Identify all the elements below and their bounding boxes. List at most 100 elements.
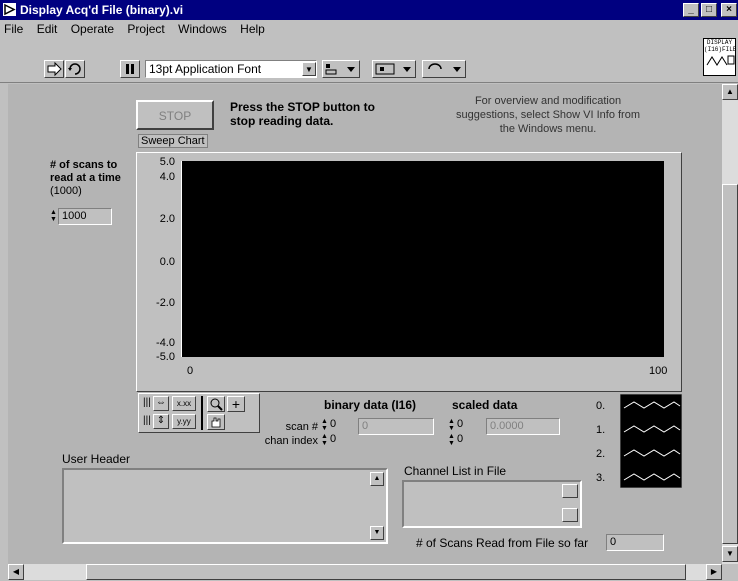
legend-label: 1. [596, 424, 606, 436]
scroll-right-arrow[interactable]: ▶ [706, 564, 722, 580]
scroll-up-arrow[interactable]: ▲ [370, 472, 384, 486]
zoom-icon [210, 398, 223, 411]
channel-list-scroll-thumb[interactable] [562, 484, 578, 498]
scans-input[interactable]: 1000 [58, 208, 112, 225]
user-header-label: User Header [62, 452, 131, 466]
y-tick: -4.0 [156, 337, 175, 349]
y-tick: 2.0 [159, 213, 175, 225]
scans-read-label: # of Scans Read from File so far [416, 536, 589, 550]
y-tick: -2.0 [156, 297, 175, 309]
chevron-down-icon[interactable]: ▼ [302, 62, 316, 76]
x-format-button[interactable]: x.xx [172, 396, 196, 411]
menu-edit[interactable]: Edit [37, 22, 58, 36]
vertical-scrollbar[interactable]: ▲ ▼ [722, 84, 738, 564]
zoom-tool-button[interactable] [207, 396, 225, 412]
decrement-arrow-icon[interactable]: ▼ [448, 425, 455, 432]
scroll-up-arrow[interactable]: ▲ [722, 84, 738, 100]
increment-arrow-icon[interactable]: ▲ [448, 418, 455, 425]
y-scale-lock-icon[interactable]: ||| [143, 415, 151, 426]
scroll-thumb[interactable] [722, 184, 738, 544]
channel-list-box[interactable] [402, 480, 582, 528]
vi-icon: DISPLAY (I16)FILE [703, 38, 736, 76]
legend-label: 2. [596, 448, 606, 460]
y-tick: 5.0 [159, 156, 175, 168]
x-tick-min: 0 [187, 365, 194, 377]
scan-number-control[interactable]: ▲ ▼ 0 [321, 417, 351, 433]
maximize-button[interactable]: □ [701, 3, 717, 17]
pause-icon [126, 64, 134, 74]
horizontal-scrollbar[interactable]: ◀ ▶ [8, 564, 722, 580]
menu-operate[interactable]: Operate [71, 22, 114, 36]
x-scale-lock-icon[interactable]: ||| [143, 397, 151, 408]
user-header-textbox[interactable]: ▲ ▼ [62, 468, 388, 544]
crosshair-tool-button[interactable]: + [227, 396, 245, 412]
channel-list-scroll-thumb-bottom[interactable] [562, 508, 578, 522]
scans-label-text: # of scans to read at a time [50, 159, 121, 184]
title-bar[interactable]: Display Acq'd File (binary).vi _ □ × [0, 0, 738, 20]
run-arrow-button[interactable] [44, 60, 64, 78]
decrement-arrow-icon[interactable]: ▼ [321, 425, 328, 432]
legend-label: 3. [596, 472, 606, 484]
scans-label-default: (1000) [50, 185, 82, 197]
increment-arrow-icon[interactable]: ▲ [50, 209, 57, 216]
info-text: For overview and modification suggestion… [455, 95, 641, 135]
chan-index-control[interactable]: ▲ ▼ 0 [321, 432, 351, 448]
align-objects-button[interactable] [322, 60, 360, 78]
binary-data-title: binary data (I16) [324, 398, 417, 412]
vi-icon-line1: DISPLAY [706, 39, 733, 46]
decrement-arrow-icon[interactable]: ▼ [321, 440, 328, 447]
decrement-arrow-icon[interactable]: ▼ [448, 440, 455, 447]
pause-button[interactable] [120, 60, 140, 78]
size-grip[interactable] [722, 564, 738, 580]
menu-windows[interactable]: Windows [178, 22, 227, 36]
pan-tool-button[interactable] [207, 414, 225, 430]
legend-label: 0. [596, 400, 606, 412]
menu-file[interactable]: File [4, 22, 23, 36]
menu-bar: File Edit Operate Project Windows Help [0, 20, 704, 38]
y-autoscale-button[interactable]: ⇕ [153, 414, 169, 429]
stop-button[interactable]: STOP [136, 100, 214, 130]
chan-index-value[interactable]: 0 [330, 433, 336, 445]
scans-spinner[interactable]: ▲ ▼ 1000 [50, 208, 112, 225]
y-tick: 4.0 [159, 171, 175, 183]
run-arrow-icon [47, 61, 62, 77]
chart-label: Sweep Chart [138, 134, 208, 148]
scroll-down-arrow[interactable]: ▼ [722, 546, 738, 562]
sweep-chart: 5.0 4.0 2.0 0.0 -2.0 -4.0 -5.0 0 100 [136, 152, 682, 392]
increment-arrow-icon[interactable]: ▲ [448, 433, 455, 440]
run-continuously-icon [68, 63, 81, 75]
increment-arrow-icon[interactable]: ▲ [321, 418, 328, 425]
scroll-thumb[interactable] [86, 564, 686, 580]
chan-index-label: chan index [264, 435, 318, 447]
scroll-down-arrow[interactable]: ▼ [370, 526, 384, 540]
close-button[interactable]: × [721, 3, 737, 17]
scaled-data-display: 0.0000 [486, 418, 560, 435]
scan-number-value[interactable]: 0 [330, 418, 336, 430]
plot-legend[interactable]: 0. 1. 2. 3. [592, 394, 684, 490]
minimize-button[interactable]: _ [683, 3, 699, 17]
window-title: Display Acq'd File (binary).vi [20, 3, 184, 17]
vi-run-icon [3, 3, 16, 16]
scaled-chan-control[interactable]: ▲ ▼ 0 [448, 432, 478, 448]
menu-help[interactable]: Help [240, 22, 265, 36]
scaled-scan-value[interactable]: 0 [457, 418, 463, 430]
scroll-left-arrow[interactable]: ◀ [8, 564, 24, 580]
menu-project[interactable]: Project [127, 22, 164, 36]
distribute-objects-button[interactable] [372, 60, 416, 78]
channel-list-label: Channel List in File [404, 464, 507, 478]
legend-waveforms [620, 394, 682, 488]
reorder-objects-button[interactable] [422, 60, 466, 78]
y-tick: 0.0 [159, 256, 175, 268]
font-select[interactable]: 13pt Application Font ▼ [145, 60, 317, 78]
run-continuously-button[interactable] [65, 60, 85, 78]
scans-label: # of scans to read at a time (1000) [50, 159, 140, 198]
waveform-icon [706, 55, 734, 66]
increment-arrow-icon[interactable]: ▲ [321, 433, 328, 440]
scaled-scan-control[interactable]: ▲ ▼ 0 [448, 417, 478, 433]
x-autoscale-button[interactable]: ⇔ [153, 396, 169, 411]
y-format-button[interactable]: y.yy [172, 414, 196, 429]
scaled-chan-value[interactable]: 0 [457, 433, 463, 445]
decrement-arrow-icon[interactable]: ▼ [50, 216, 57, 223]
toolbar-divider [0, 82, 738, 83]
chart-plot-area[interactable] [181, 161, 664, 357]
